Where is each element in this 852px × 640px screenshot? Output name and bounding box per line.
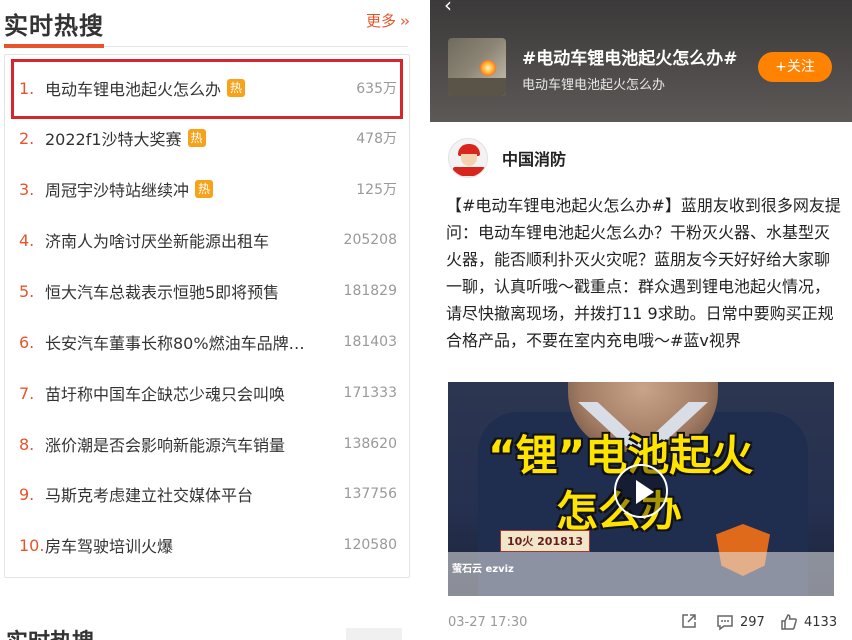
hot-search-topic[interactable]: 恒大汽车总裁表示恒驰5即将预售 [45, 279, 279, 303]
hot-search-count: 478万 [356, 131, 397, 147]
comment-button[interactable]: 297 [716, 612, 765, 632]
hot-search-topic[interactable]: 济南人为啥讨厌坐新能源出租车 [45, 228, 269, 252]
hot-badge: 热 [227, 79, 246, 97]
hot-search-topic[interactable]: 2022f1沙特大奖赛 [45, 126, 182, 150]
hot-search-rank: 1. [19, 78, 35, 98]
hot-search-item[interactable]: 3. 周冠宇沙特站继续冲热 125万 [5, 166, 409, 212]
hot-search-count: 120580 [343, 537, 397, 553]
next-section-more [346, 628, 402, 640]
hot-search-topic[interactable]: 电动车锂电池起火怎么办 [45, 76, 221, 100]
hot-search-count: 137756 [343, 486, 397, 502]
hot-search-topic[interactable]: 马斯克考虑建立社交媒体平台 [45, 482, 253, 506]
post-text: 【#电动车锂电池起火怎么办#】蓝朋友收到很多网友提问：电动车锂电池起火怎么办？干… [446, 196, 841, 350]
share-icon[interactable] [680, 612, 698, 630]
hot-search-topic[interactable]: 长安汽车董事长称80%燃油车品牌… [45, 330, 305, 354]
video-player[interactable]: “锂”电池起火 怎么办 10火 201813 萤石云 ezviz [448, 382, 834, 596]
hot-search-item[interactable]: 7. 苗圩称中国车企缺芯少魂只会叫唤 171333 [5, 370, 409, 416]
hot-search-count: 125万 [356, 182, 397, 198]
hot-search-panel: 实时热搜 更多 ›› 1. 电动车锂电池起火怎么办热 635万 2. 2022f1沙特大奖… [0, 0, 412, 640]
topic-name[interactable]: #电动车锂电池起火怎么办# [522, 44, 738, 69]
author-row: 中国消防 [448, 136, 566, 180]
comment-count: 297 [740, 614, 765, 630]
header-divider [104, 46, 408, 47]
hot-search-rank: 6. [19, 332, 35, 352]
back-arrow-icon[interactable]: ‹ [444, 0, 452, 15]
avatar[interactable] [448, 138, 488, 178]
follow-button[interactable]: +关注 [758, 52, 832, 82]
hot-search-topic[interactable]: 周冠宇沙特站继续冲 [45, 177, 189, 201]
post-time: 03-27 17:30 [448, 615, 528, 630]
comment-icon [717, 615, 733, 631]
hot-badge: 热 [195, 180, 214, 198]
hot-search-rank: 9. [19, 484, 35, 504]
hot-search-topic[interactable]: 房车驾驶培训火爆 [45, 533, 173, 557]
hot-search-topic[interactable]: 苗圩称中国车企缺芯少魂只会叫唤 [45, 381, 285, 405]
hot-search-item[interactable]: 2. 2022f1沙特大奖赛热 478万 [5, 115, 409, 161]
hot-search-count: 138620 [343, 436, 397, 452]
hot-search-rank: 4. [19, 230, 35, 250]
hot-search-count: 635万 [356, 81, 397, 97]
hot-search-header: 实时热搜 更多 ›› [4, 0, 410, 46]
hot-search-item[interactable]: 1. 电动车锂电池起火怎么办热 635万 [5, 65, 409, 111]
thumbs-up-icon [781, 614, 797, 630]
more-link[interactable]: 更多 ›› [365, 10, 410, 31]
camera-logo: 萤石云 ezviz [452, 564, 514, 575]
hot-search-item[interactable]: 10. 房车驾驶培训火爆 120580 [5, 522, 409, 568]
chevron-right-icon: ›› [400, 12, 410, 30]
hot-search-count: 205208 [343, 232, 397, 248]
name-badge: 10火 201813 [500, 530, 591, 552]
topic-subtitle: 电动车锂电池起火怎么办 [522, 78, 666, 93]
hot-search-rank: 10. [19, 535, 45, 555]
hot-search-item[interactable]: 8. 涨价潮是否会影响新能源汽车销量 138620 [5, 421, 409, 467]
hot-search-count: 181829 [343, 283, 397, 299]
author-name[interactable]: 中国消防 [502, 146, 566, 170]
hot-search-item[interactable]: 4. 济南人为啥讨厌坐新能源出租车 205208 [5, 217, 409, 263]
like-count: 4133 [804, 614, 838, 630]
more-label: 更多 [365, 12, 396, 30]
weibo-post-panel: ‹ #电动车锂电池起火怎么办# 电动车锂电池起火怎么办 +关注 中国消防 【#电… [430, 0, 852, 640]
fire-icon [480, 60, 496, 76]
hot-search-rank: 2. [19, 128, 35, 148]
hot-search-rank: 3. [19, 179, 35, 199]
hot-search-item[interactable]: 6. 长安汽车董事长称80%燃油车品牌… 181403 [5, 319, 409, 365]
hot-search-title: 实时热搜 [4, 12, 104, 40]
fire-truck-icon [453, 167, 485, 176]
hot-badge: 热 [187, 129, 206, 147]
hot-search-list: 1. 电动车锂电池起火怎么办热 635万 2. 2022f1沙特大奖赛热 478万 3. 周冠… [4, 54, 410, 578]
hot-search-rank: 8. [19, 434, 35, 454]
play-icon[interactable] [614, 464, 668, 518]
hot-search-count: 181403 [343, 334, 397, 350]
next-section-title: 实时热搜 [6, 624, 94, 640]
post-footer: 03-27 17:30 297 4133 [448, 612, 838, 634]
like-button[interactable]: 4133 [780, 612, 837, 632]
hot-search-rank: 7. [19, 383, 35, 403]
topic-header: ‹ #电动车锂电池起火怎么办# 电动车锂电池起火怎么办 +关注 [430, 0, 852, 122]
hot-search-topic[interactable]: 涨价潮是否会影响新能源汽车销量 [45, 432, 285, 456]
title-underline [4, 44, 104, 48]
hot-search-count: 171333 [343, 385, 397, 401]
hot-search-item[interactable]: 5. 恒大汽车总裁表示恒驰5即将预售 181829 [5, 268, 409, 314]
hot-search-rank: 5. [19, 281, 35, 301]
hot-search-item[interactable]: 9. 马斯克考虑建立社交媒体平台 137756 [5, 471, 409, 517]
topic-thumbnail [448, 38, 506, 96]
